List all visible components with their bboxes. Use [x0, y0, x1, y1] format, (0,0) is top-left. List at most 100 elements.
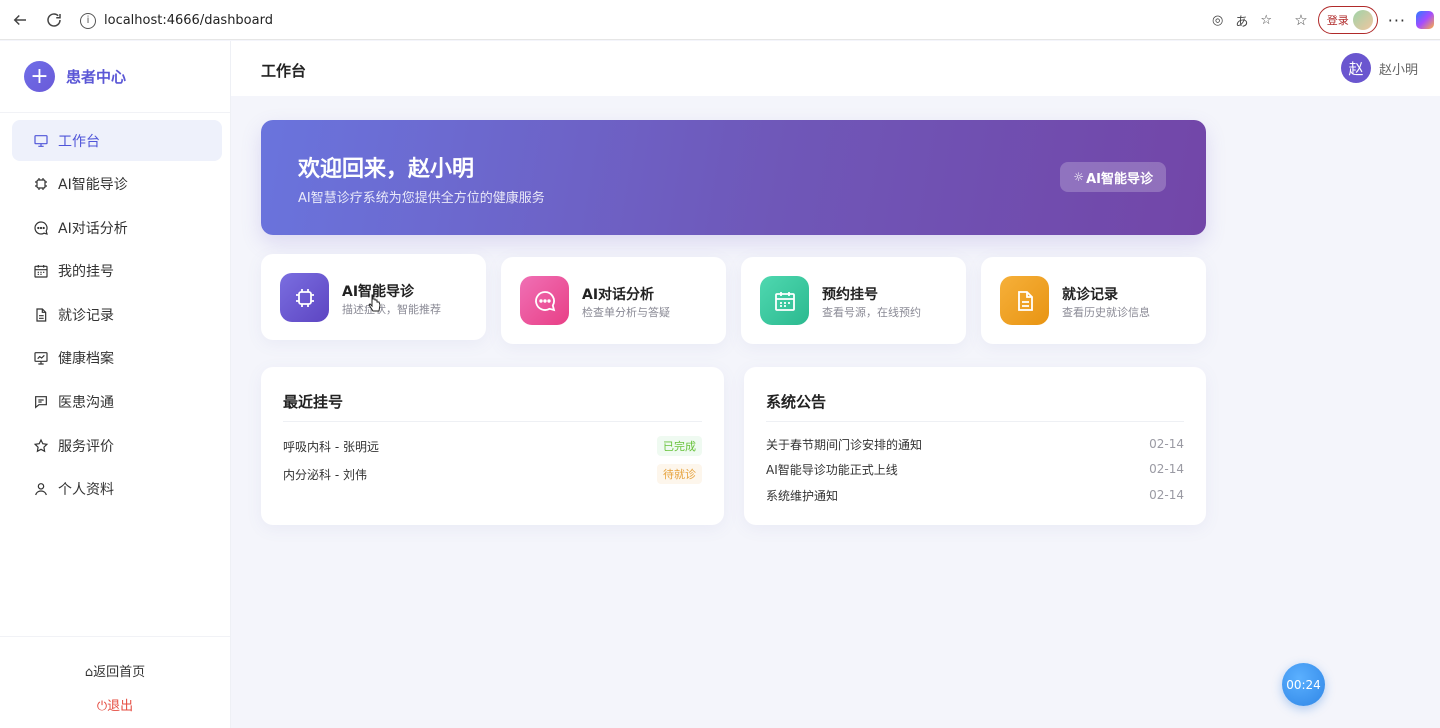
ai-triage-button[interactable]: ☼ AI智能导诊: [1060, 162, 1166, 192]
sidebar-item-profile[interactable]: 个人资料: [12, 469, 222, 510]
user-name: 赵小明: [1378, 62, 1418, 78]
notice-text: 关于春节期间门诊安排的通知: [766, 437, 923, 452]
quick-card-title: AI对话分析: [582, 287, 655, 303]
notice-text: 系统维护通知: [766, 488, 839, 503]
welcome-subtitle: AI智慧诊疗系统为您提供全方位的健康服务: [298, 191, 545, 206]
sidebar-item-label: AI对话分析: [58, 220, 128, 237]
chip-icon: [33, 176, 49, 192]
recent-appointments-panel: 最近挂号 呼吸内科 - 张明远 已完成 内分泌科 - 刘伟 待就诊: [261, 367, 724, 525]
document-icon: [1000, 276, 1049, 325]
sidebar-item-records[interactable]: 就诊记录: [12, 294, 222, 335]
brand-title: 患者中心: [66, 68, 127, 86]
status-badge: 已完成: [657, 436, 702, 456]
quick-card-records[interactable]: 就诊记录 查看历史就诊信息: [981, 257, 1206, 344]
sidebar-item-label: 服务评价: [58, 438, 114, 455]
sidebar-item-label: 医患沟通: [58, 395, 114, 412]
sidebar-item-label: 工作台: [58, 133, 100, 150]
panel-title: 系统公告: [766, 393, 827, 411]
sidebar-item-label: AI智能导诊: [58, 177, 128, 194]
recording-timer[interactable]: 00:24: [1282, 663, 1325, 706]
quick-card-title: 预约挂号: [822, 287, 878, 303]
url-text: localhost:4666/dashboard: [104, 13, 273, 28]
panel-title: 最近挂号: [283, 393, 344, 411]
system-notice-panel: 系统公告 关于春节期间门诊安排的通知 02-14 AI智能导诊功能正式上线 02…: [744, 367, 1206, 525]
quick-card-appointment[interactable]: 预约挂号 查看号源，在线预约: [741, 257, 966, 344]
sidebar-item-communication[interactable]: 医患沟通: [12, 382, 222, 423]
notice-date: 02-14: [1149, 462, 1184, 476]
back-home-label: 返回首页: [93, 665, 146, 680]
list-item[interactable]: 内分泌科 - 刘伟 待就诊: [283, 464, 702, 484]
welcome-title: 欢迎回来，赵小明: [298, 157, 475, 182]
list-item[interactable]: AI智能导诊功能正式上线 02-14: [766, 459, 1184, 479]
sidebar-item-health-profile[interactable]: 健康档案: [12, 338, 222, 379]
welcome-banner: 欢迎回来，赵小明 AI智慧诊疗系统为您提供全方位的健康服务 ☼ AI智能导诊: [261, 120, 1206, 235]
divider: [283, 421, 702, 422]
sidebar-item-review[interactable]: 服务评价: [12, 425, 222, 466]
sidebar-item-label: 我的挂号: [58, 264, 114, 281]
login-label: 登录: [1326, 14, 1349, 27]
chart-board-icon: [33, 350, 49, 366]
message-icon: [33, 394, 49, 410]
browser-toolbar: i localhost:4666/dashboard ◎ あ ☆ ☆ 登录 ··…: [0, 0, 1440, 40]
document-icon: [33, 307, 49, 323]
sidebar-item-label: 健康档案: [58, 351, 114, 368]
quick-card-desc: 描述症状，智能推荐: [342, 303, 441, 316]
quick-card-title: 就诊记录: [1062, 287, 1118, 303]
quick-card-ai-chat[interactable]: AI对话分析 检查单分析与答疑: [501, 257, 726, 344]
home-icon: ⌂: [84, 665, 94, 680]
avatar: 赵: [1340, 53, 1371, 83]
list-item[interactable]: 关于春节期间门诊安排的通知 02-14: [766, 434, 1184, 454]
read-aloud-icon[interactable]: ◎: [1212, 13, 1223, 28]
reload-icon[interactable]: [40, 6, 68, 34]
user-menu[interactable]: 赵 赵小明: [1340, 53, 1418, 83]
plus-logo-icon: +: [24, 61, 55, 92]
sidebar-item-label: 就诊记录: [58, 307, 114, 324]
logout-button[interactable]: ⏻退出: [0, 695, 230, 714]
logout-label: 退出: [107, 699, 134, 714]
chip-icon: [280, 273, 329, 322]
address-bar[interactable]: i localhost:4666/dashboard ◎ あ ☆: [72, 6, 1280, 35]
user-icon: [33, 481, 49, 497]
notice-date: 02-14: [1149, 437, 1184, 451]
profile-login-button[interactable]: 登录: [1317, 6, 1378, 34]
page-title: 工作台: [261, 62, 307, 80]
calendar-icon: [33, 263, 49, 279]
ai-triage-button-label: AI智能导诊: [1086, 171, 1153, 187]
notice-date: 02-14: [1149, 488, 1184, 502]
notice-text: AI智能导诊功能正式上线: [766, 462, 898, 477]
list-item[interactable]: 系统维护通知 02-14: [766, 485, 1184, 505]
profile-avatar: [1352, 10, 1373, 30]
back-arrow-icon[interactable]: [6, 6, 34, 34]
sidebar-item-workbench[interactable]: 工作台: [12, 120, 222, 161]
favorites-icon[interactable]: ☆: [1294, 11, 1307, 29]
site-info-icon[interactable]: i: [80, 12, 96, 29]
sidebar-item-ai-chat[interactable]: AI对话分析: [12, 207, 222, 248]
chip-icon: ☼: [1073, 170, 1085, 184]
chat-bubble-icon: [520, 276, 569, 325]
quick-card-desc: 查看历史就诊信息: [1062, 306, 1150, 319]
sidebar-item-ai-triage[interactable]: AI智能导诊: [12, 164, 222, 205]
power-icon: ⏻: [96, 699, 108, 714]
divider: [766, 421, 1184, 422]
chat-bubble-icon: [33, 220, 49, 236]
sidebar-item-label: 个人资料: [58, 482, 114, 499]
monitor-icon: [33, 133, 49, 149]
top-header: 工作台 赵 赵小明: [231, 41, 1440, 96]
appointment-text: 呼吸内科 - 张明远: [283, 439, 379, 454]
appointment-text: 内分泌科 - 刘伟: [283, 467, 367, 482]
sidebar-item-appointments[interactable]: 我的挂号: [12, 251, 222, 292]
mouse-cursor-icon: [368, 294, 381, 312]
favorite-star-icon[interactable]: ☆: [1260, 13, 1272, 28]
sidebar-footer: ⌂返回首页 ⏻退出: [0, 636, 230, 728]
star-icon: [33, 438, 49, 454]
quick-card-desc: 查看号源，在线预约: [822, 306, 921, 319]
copilot-icon[interactable]: [1416, 11, 1434, 29]
brand: + 患者中心: [0, 41, 230, 113]
quick-card-desc: 检查单分析与答疑: [582, 306, 670, 319]
list-item[interactable]: 呼吸内科 - 张明远 已完成: [283, 436, 702, 456]
calendar-icon: [760, 276, 809, 325]
more-menu-icon[interactable]: ···: [1388, 11, 1406, 30]
back-home-button[interactable]: ⌂返回首页: [0, 661, 230, 680]
status-badge: 待就诊: [657, 464, 702, 484]
translate-icon[interactable]: あ: [1235, 11, 1248, 30]
